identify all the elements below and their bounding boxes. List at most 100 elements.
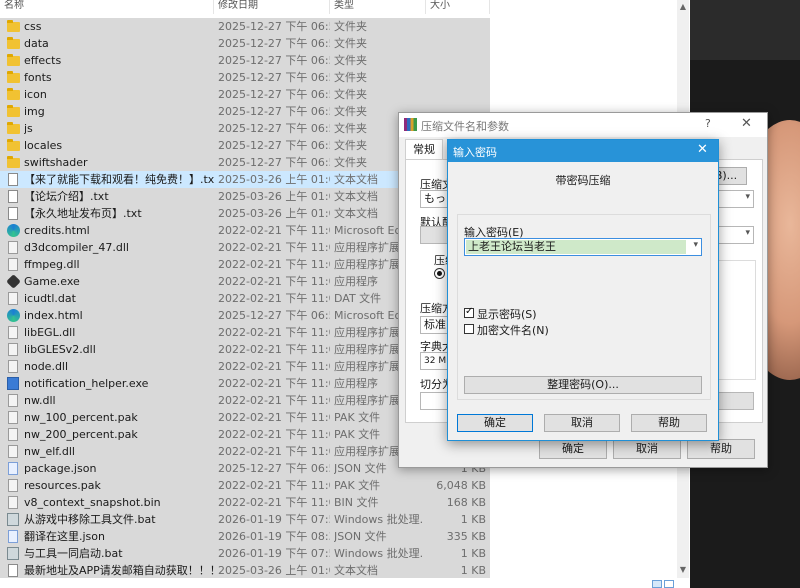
column-type[interactable]: 类型 <box>330 0 426 14</box>
dll-icon <box>8 360 18 373</box>
cancel-button[interactable]: 取消 <box>613 439 681 459</box>
file-name: libEGL.dll <box>24 326 76 339</box>
file-name: 【来了就能下载和观看！纯免费！】.txt <box>24 173 214 186</box>
exe-icon <box>7 377 19 390</box>
password-input[interactable]: 上老王论坛当老王 ▾ <box>464 238 702 256</box>
options-group <box>716 260 756 380</box>
archive-name-field[interactable]: もっと <box>420 190 450 208</box>
show-password-checkbox[interactable] <box>464 306 474 318</box>
close-icon[interactable]: ✕ <box>741 116 752 131</box>
game-icon <box>6 274 21 289</box>
column-size[interactable]: 大小 <box>426 0 490 14</box>
file-date: 2025-03-26 上午 01:08 <box>218 564 330 577</box>
file-row[interactable]: 从游戏中移除工具文件.bat 2026-01-19 下午 07:54 Windows… <box>0 511 490 528</box>
file-date: 2022-02-21 下午 11:00 <box>218 275 330 288</box>
large-icons-view-icon[interactable] <box>664 580 674 588</box>
encrypt-filenames-label[interactable]: 加密文件名(N) <box>477 322 549 338</box>
file-row[interactable]: icon 2025-12-27 下午 06:52 文件夹 <box>0 86 490 103</box>
file-date: 2022-02-21 下午 11:00 <box>218 241 330 254</box>
file-size: 1 KB <box>460 513 486 526</box>
close-icon[interactable]: ✕ <box>697 142 708 157</box>
folder-icon <box>7 122 20 134</box>
show-password-label[interactable]: 显示密码(S) <box>477 306 537 322</box>
file-date: 2025-03-26 上午 01:08 <box>218 207 330 220</box>
help-button[interactable]: 帮助 <box>687 439 755 459</box>
ok-button[interactable]: 确定 <box>457 414 533 432</box>
file-type: 文件夹 <box>334 54 367 67</box>
organize-passwords-button[interactable]: 整理密码(O)... <box>464 376 702 394</box>
file-date: 2025-12-27 下午 06:51 <box>218 309 330 322</box>
column-name[interactable]: 名称 <box>0 0 214 14</box>
scroll-up-icon[interactable]: ▲ <box>678 2 688 12</box>
file-name: 从游戏中移除工具文件.bat <box>24 513 156 526</box>
file-row[interactable]: 翻译在这里.json 2026-01-19 下午 08:31 JSON 文件 335 … <box>0 528 490 545</box>
archive-dialog-titlebar[interactable]: 压缩文件名和参数 ? ✕ <box>399 113 767 137</box>
rar-radio[interactable] <box>434 268 445 279</box>
file-name: 最新地址及APP请发邮箱自动获取！！！.... <box>24 564 214 577</box>
background-dark-region <box>690 0 800 60</box>
scroll-down-icon[interactable]: ▼ <box>678 565 688 575</box>
method-combo[interactable]: 标准 <box>420 316 450 334</box>
file-date: 2025-12-27 下午 06:52 <box>218 105 330 118</box>
file-name: js <box>24 122 33 135</box>
password-dialog-title: 输入密码 <box>453 146 497 159</box>
file-name: credits.html <box>24 224 90 237</box>
file-name: 【论坛介绍】.txt <box>24 190 109 203</box>
split-volume-field[interactable] <box>420 392 450 410</box>
chevron-down-icon: ▾ <box>745 192 750 202</box>
file-size <box>426 52 486 69</box>
cancel-button[interactable]: 取消 <box>544 414 620 432</box>
json-icon <box>8 530 18 543</box>
chevron-down-icon[interactable]: ▾ <box>693 240 698 250</box>
edge-icon <box>7 309 20 322</box>
password-heading: 带密码压缩 <box>555 174 611 187</box>
column-date[interactable]: 修改日期 <box>214 0 330 14</box>
file-name: swiftshader <box>24 156 88 169</box>
file-date: 2025-12-27 下午 06:52 <box>218 71 330 84</box>
file-row[interactable]: resources.pak 2022-02-21 下午 11:00 PAK 文件 6,… <box>0 477 490 494</box>
file-name: nw_200_percent.pak <box>24 428 138 441</box>
chevron-down-icon: ▾ <box>745 228 750 238</box>
file-date: 2022-02-21 下午 11:00 <box>218 445 330 458</box>
ok-button[interactable]: 确定 <box>539 439 607 459</box>
folder-icon <box>7 54 20 66</box>
file-type: 文件夹 <box>334 88 367 101</box>
file-date: 2025-12-27 下午 06:52 <box>218 54 330 67</box>
file-row[interactable]: 最新地址及APP请发邮箱自动获取！！！.... 2025-03-26 上午 01:… <box>0 562 490 579</box>
file-type: 文件夹 <box>334 20 367 33</box>
file-date: 2025-12-27 下午 06:52 <box>218 20 330 33</box>
column-header: 名称 修改日期 类型 大小 <box>0 0 690 14</box>
file-name: data <box>24 37 49 50</box>
tab-general[interactable]: 常规 <box>405 139 443 160</box>
dictionary-combo[interactable]: 32 MB <box>420 352 450 370</box>
details-view-icon[interactable] <box>652 580 662 588</box>
file-name: Game.exe <box>24 275 80 288</box>
file-row[interactable]: fonts 2025-12-27 下午 06:52 文件夹 <box>0 69 490 86</box>
file-row[interactable]: v8_context_snapshot.bin 2022-02-21 下午 11:… <box>0 494 490 511</box>
file-type: Windows 批处理... <box>334 547 422 560</box>
profiles-button[interactable] <box>420 226 450 244</box>
text-file-icon <box>8 564 18 577</box>
file-type: JSON 文件 <box>334 530 387 543</box>
help-button[interactable]: 帮助 <box>631 414 707 432</box>
file-row[interactable]: data 2025-12-27 下午 06:52 文件夹 <box>0 35 490 52</box>
file-name: 【永久地址发布页】.txt <box>24 207 142 220</box>
file-type: Windows 批处理... <box>334 513 422 526</box>
file-name: ffmpeg.dll <box>24 258 80 271</box>
file-row[interactable]: css 2025-12-27 下午 06:52 文件夹 <box>0 18 490 35</box>
file-name: fonts <box>24 71 52 84</box>
folder-icon <box>7 105 20 117</box>
file-date: 2022-02-21 下午 11:00 <box>218 224 330 237</box>
file-name: icon <box>24 88 47 101</box>
file-size: 1 KB <box>460 564 486 577</box>
encrypt-filenames-checkbox[interactable] <box>464 324 474 334</box>
file-row[interactable]: effects 2025-12-27 下午 06:52 文件夹 <box>0 52 490 69</box>
file-type: 文件夹 <box>334 71 367 84</box>
help-icon[interactable]: ? <box>705 117 711 130</box>
password-input-value[interactable]: 上老王论坛当老王 <box>466 240 686 254</box>
file-date: 2022-02-21 下午 11:00 <box>218 343 330 356</box>
dll-icon <box>8 258 18 271</box>
file-name: nw_100_percent.pak <box>24 411 138 424</box>
password-dialog-titlebar[interactable]: 输入密码 ✕ <box>448 140 718 162</box>
file-row[interactable]: 与工具一同启动.bat 2026-01-19 下午 07:54 Windows 批处… <box>0 545 490 562</box>
